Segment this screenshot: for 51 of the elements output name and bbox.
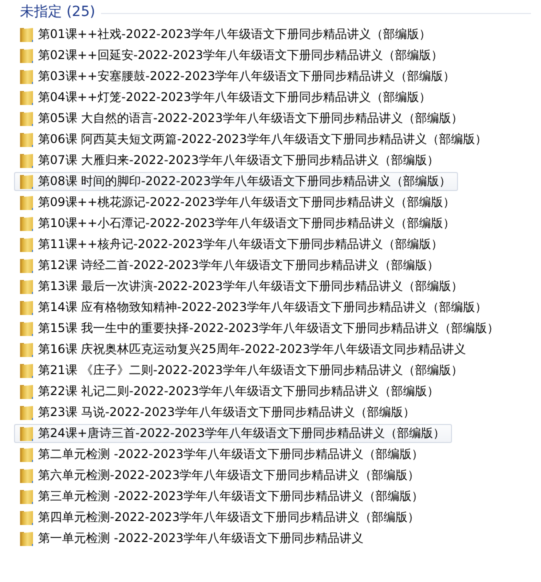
folder-item[interactable]: 第14课 应有格物致知精神-2022-2023学年八年级语文下册同步精品讲义（部编版） [14, 298, 494, 317]
folder-item[interactable]: 第03课++安塞腰鼓-2022-2023学年八年级语文下册同步精品讲义（部编版） [14, 67, 462, 86]
folder-item[interactable]: 第07课 大雁归来-2022-2023学年八年级语文下册同步精品讲义（部编版） [14, 151, 446, 170]
folder-item[interactable]: 第24课+唐诗三首-2022-2023学年八年级语文下册同步精品讲义（部编版） [14, 424, 452, 443]
folder-icon [19, 426, 34, 442]
folder-item[interactable]: 第12课 诗经二首-2022-2023学年八年级语文下册同步精品讲义（部编版） [14, 256, 446, 275]
folder-icon [19, 530, 34, 546]
folder-item[interactable]: 第05课 大自然的语言-2022-2023学年八年级语文下册同步精品讲义（部编版） [14, 109, 470, 128]
folder-item[interactable]: 第02课++回延安-2022-2023学年八年级语文下册同步精品讲义（部编版） [14, 46, 450, 65]
folder-icon [19, 68, 34, 84]
folder-icon [19, 468, 34, 484]
group-header[interactable]: 未指定 (25) [20, 3, 96, 21]
folder-item[interactable]: 第11课++核舟记-2022-2023学年八年级语文下册同步精品讲义（部编版） [14, 235, 450, 254]
folder-icon [19, 404, 34, 420]
folder-item[interactable]: 第13课 最后一次讲演-2022-2023学年八年级语文下册同步精品讲义（部编版） [14, 277, 470, 296]
folder-icon [19, 342, 34, 358]
folder-icon [19, 26, 34, 42]
folder-item[interactable]: 第二单元检测 -2022-2023学年八年级语文下册同步精品讲义（部编版） [14, 445, 431, 464]
folder-icon [19, 446, 34, 462]
folder-icon [19, 278, 34, 294]
folder-item[interactable]: 第一单元检测 -2022-2023学年八年级语文下册同步精品讲义 [14, 529, 371, 548]
folder-icon [19, 174, 34, 190]
folder-item[interactable]: 第01课++社戏-2022-2023学年八年级语文下册同步精品讲义（部编版） [14, 25, 438, 44]
folder-item[interactable]: 第三单元检测 -2022-2023学年八年级语文下册同步精品讲义（部编版） [14, 487, 431, 506]
folder-icon [19, 488, 34, 504]
folder-item[interactable]: 第四单元检测-2022-2023学年八年级语文下册同步精品讲义（部编版） [14, 508, 427, 527]
folder-icon [19, 132, 34, 148]
folder-icon [19, 320, 34, 336]
folder-item[interactable]: 第10课++小石潭记-2022-2023学年八年级语文下册同步精品讲义（部编版） [14, 214, 462, 233]
folder-icon [19, 258, 34, 274]
folder-item[interactable]: 第23课 马说-2022-2023学年八年级语文下册同步精品讲义（部编版） [14, 403, 422, 422]
folder-icon [19, 362, 34, 378]
folder-icon [19, 152, 34, 168]
folder-item[interactable]: 第06课 阿西莫夫短文两篇-2022-2023学年八年级语文下册同步精品讲义（部编版） [14, 130, 494, 149]
folder-item[interactable]: 第08课 时间的脚印-2022-2023学年八年级语文下册同步精品讲义（部编版） [14, 172, 458, 191]
folder-icon [19, 510, 34, 526]
folder-item[interactable]: 第15课 我一生中的重要抉择-2022-2023学年八年级语文下册同步精品讲义（部编版） [14, 319, 506, 338]
folder-item[interactable]: 第04课++灯笼-2022-2023学年八年级语文下册同步精品讲义（部编版） [14, 88, 438, 107]
folder-item[interactable]: 第六单元检测-2022-2023学年八年级语文下册同步精品讲义（部编版） [14, 466, 427, 485]
folder-item[interactable]: 第22课 礼记二则-2022-2023学年八年级语文下册同步精品讲义（部编版） [14, 382, 446, 401]
folder-icon [19, 90, 34, 106]
folder-icon [19, 110, 34, 126]
folder-icon [19, 48, 34, 64]
folder-item[interactable]: 第16课 庆祝奥林匹克运动复兴25周年-2022-2023学年八年级语文同步精品讲义 [14, 340, 474, 359]
folder-icon [19, 236, 34, 252]
folder-item[interactable]: 第09课++桃花源记-2022-2023学年八年级语文下册同步精品讲义（部编版） [14, 193, 462, 212]
folder-icon [19, 216, 34, 232]
folder-icon [19, 300, 34, 316]
folder-icon [19, 194, 34, 210]
folder-icon [19, 384, 34, 400]
folder-item[interactable]: 第21课 《庄子》二则-2022-2023学年八年级语文下册同步精品讲义（部编版） [14, 361, 470, 380]
